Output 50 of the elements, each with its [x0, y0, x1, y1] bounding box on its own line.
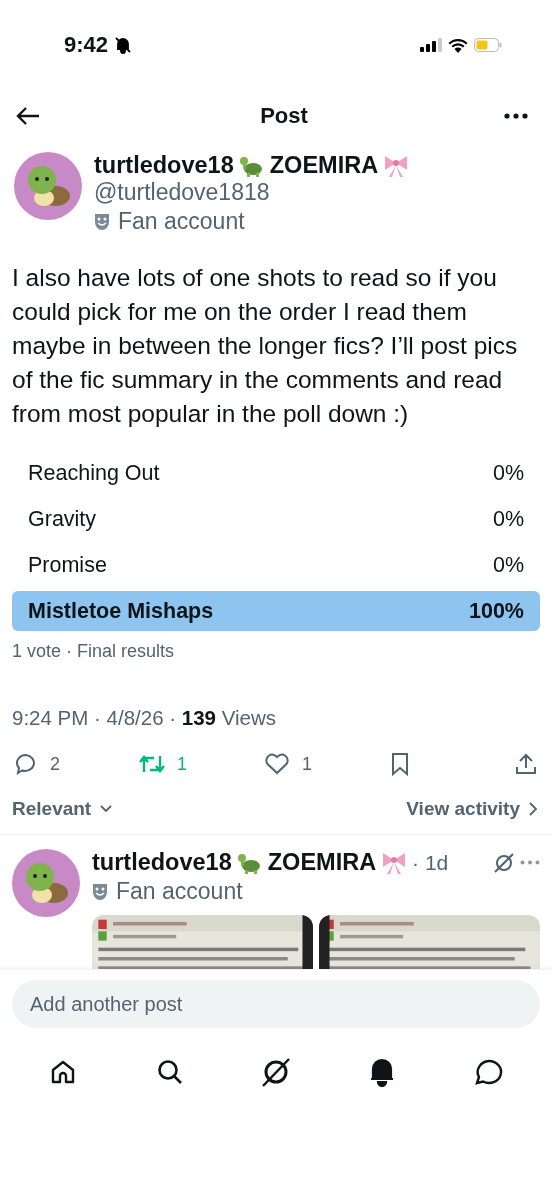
reply-input-field[interactable]: Add another post [12, 980, 540, 1028]
option-label: Mistletoe Mishaps [28, 598, 214, 624]
display-name-suffix[interactable]: ZOEMIRA [269, 152, 379, 179]
action-count: 1 [177, 753, 187, 775]
post-timestamp: 9:24 PM · 4/8/26 · 139 Views [11, 705, 277, 730]
action-count: 2 [50, 753, 60, 775]
search-icon[interactable] [155, 1058, 184, 1086]
more-icon[interactable] [504, 113, 528, 119]
poll-summary: 1 vote · Final results [11, 640, 176, 662]
mask-icon [94, 212, 110, 231]
view-activity-link[interactable]: View activity [406, 798, 538, 820]
bow-icon [381, 850, 408, 875]
share-icon[interactable] [514, 752, 538, 776]
turtle-icon [236, 851, 263, 874]
display-name-suffix[interactable]: ZOEMIRA [267, 849, 377, 876]
option-label: Reaching Out [28, 460, 160, 486]
option-label: Promise [28, 552, 107, 578]
display-name[interactable]: turtledove18 [92, 849, 232, 876]
turtle-icon [238, 154, 265, 177]
action-count: 1 [302, 753, 312, 775]
back-arrow-icon[interactable] [16, 106, 40, 126]
mask-icon [92, 882, 108, 901]
option-percent: 100% [469, 598, 524, 624]
battery-icon [474, 38, 502, 52]
chevron-down-icon [99, 804, 114, 814]
account-label: Fan account [118, 208, 245, 235]
option-percent: 0% [492, 506, 524, 532]
sort-dropdown[interactable]: Relevant [12, 798, 114, 820]
option-percent: 0% [492, 552, 524, 578]
page-title: Post [260, 103, 308, 129]
user-handle[interactable]: @turtledove1818 [94, 179, 410, 206]
slashed-circle-icon[interactable] [259, 1056, 292, 1088]
display-name[interactable]: turtledove18 [94, 152, 234, 179]
signal-icon [420, 38, 442, 52]
option-label: Gravity [28, 506, 97, 532]
bookmark-icon[interactable] [389, 752, 411, 776]
avatar[interactable] [12, 849, 80, 917]
clock-time: 9:42 [64, 32, 109, 58]
heart-icon[interactable] [264, 752, 290, 776]
slashed-circle-icon[interactable] [493, 851, 515, 874]
bow-icon [383, 153, 410, 178]
chat-bubble-icon[interactable] [473, 1058, 504, 1086]
chevron-right-icon [528, 801, 538, 817]
avatar[interactable] [14, 152, 82, 220]
account-label: Fan account [116, 878, 243, 905]
option-percent: 0% [492, 460, 524, 486]
wifi-icon [448, 37, 468, 53]
post-text: I also have lots of one shots to read so if you could pick for me on the order I read them maybe in between the longer fics? I’ll post pics of the fic summary in the comments and read from most popular in the poll down :) [12, 263, 519, 429]
post-age: · 1d [412, 850, 449, 875]
reply-icon[interactable] [14, 752, 38, 776]
